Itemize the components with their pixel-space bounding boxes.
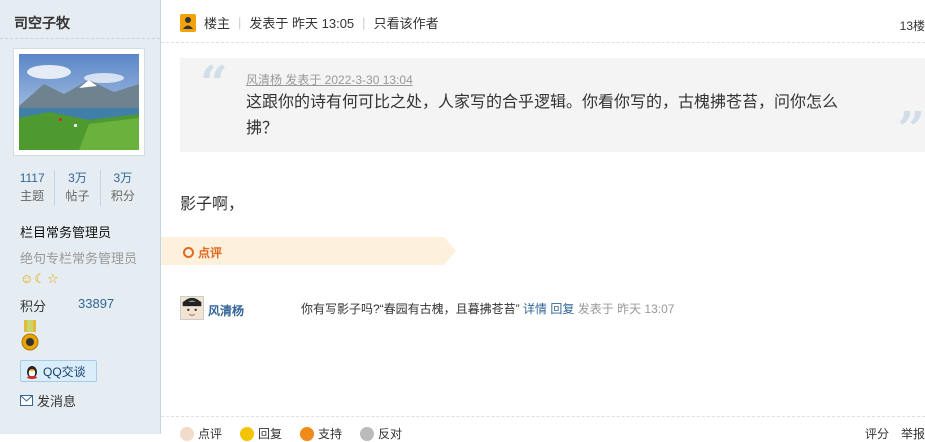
- comment-section-title: 点评: [183, 244, 222, 261]
- open-quote-icon: “: [200, 56, 228, 112]
- points-label: 积分: [20, 299, 47, 314]
- stat-credits[interactable]: 3万 积分: [99, 170, 145, 206]
- stat-threads[interactable]: 1117 主题: [10, 170, 54, 206]
- comment-text: 你有写影子吗?“春园有古槐，且暮拂苍苔”: [301, 302, 520, 316]
- author-group[interactable]: 绝句专栏常务管理员: [20, 248, 137, 267]
- post-body: 影子啊，: [180, 196, 245, 213]
- floor-number[interactable]: 13楼: [900, 17, 925, 34]
- stat-credits-label: 积分: [110, 189, 135, 203]
- author-rank: 栏目常务管理员: [20, 225, 112, 240]
- envelope-icon: [20, 395, 33, 406]
- divider: |: [238, 15, 242, 30]
- comment-reply-link[interactable]: 回复: [550, 302, 574, 316]
- points-value: 33897: [78, 296, 115, 311]
- level-icons: ☺ ☾ ☆: [20, 271, 59, 287]
- comment-row: 你有写影子吗?“春园有古槐，且暮拂苍苔” 详情 回复 发表于 昨天 13:07: [301, 300, 674, 317]
- stat-threads-value: 1117: [19, 171, 45, 185]
- author-username[interactable]: 司空子牧: [14, 13, 70, 33]
- comment-time: 发表于 昨天 13:07: [577, 302, 675, 316]
- send-message-label: 发消息: [37, 394, 77, 409]
- thread-owner-label: 楼主: [204, 16, 231, 31]
- qq-chat-label: QQ交谈: [43, 364, 86, 379]
- post-content: 楼主 | 发表于 昨天 13:05 | 只看该作者 13楼 “ ” 风清杨 发表…: [161, 0, 925, 441]
- comment-user-avatar[interactable]: [180, 296, 204, 320]
- divider: [161, 416, 925, 417]
- post-header: 楼主 | 发表于 昨天 13:05 | 只看该作者: [180, 13, 439, 32]
- qq-chat-button[interactable]: QQ交谈: [20, 360, 97, 382]
- stat-posts-label: 帖子: [65, 189, 90, 203]
- divider: [161, 42, 925, 43]
- quote-text: 这跟你的诗有何可比之处，人家写的合乎逻辑。你看你写的，古槐拂苍苔，问你怎么拂？: [246, 94, 839, 137]
- qq-penguin-icon: [27, 366, 37, 379]
- only-author-link[interactable]: 只看该作者: [374, 13, 439, 32]
- stat-posts[interactable]: 3万 帖子: [54, 170, 99, 206]
- post-time: 发表于 昨天 13:05: [249, 16, 355, 31]
- divider: |: [362, 15, 366, 30]
- author-sidebar: 司空子牧 1117 主题 3万 帖子 3万 积分 栏目常务管理员 绝句专栏常务管…: [0, 0, 161, 434]
- star-icon: ☆: [46, 271, 59, 286]
- quote-block: “ ” 风清杨 发表于 2022-3-30 13:04 这跟你的诗有何可比之处，…: [180, 56, 925, 158]
- author-avatar[interactable]: [13, 48, 145, 156]
- author-stats: 1117 主题 3万 帖子 3万 积分: [10, 170, 145, 206]
- quote-meta-link[interactable]: 风清杨 发表于 2022-3-30 13:04: [246, 71, 413, 88]
- stat-threads-label: 主题: [20, 189, 45, 203]
- thread-owner-icon: [180, 13, 196, 32]
- landscape-avatar-image: [19, 54, 139, 150]
- stat-posts-value: 3万: [68, 171, 87, 185]
- ring-icon: [183, 247, 194, 258]
- moon-icon: ☾: [34, 271, 46, 286]
- comment-section-label: 点评: [198, 246, 223, 260]
- divider: [0, 38, 160, 39]
- stat-credits-value: 3万: [113, 171, 133, 185]
- comment-username[interactable]: 风清杨: [208, 302, 244, 319]
- close-quote-icon: ”: [897, 102, 925, 158]
- sun-icon: ☺: [20, 271, 34, 286]
- comment-detail-link[interactable]: 详情: [523, 302, 547, 316]
- send-message-link[interactable]: 发消息: [20, 391, 76, 410]
- medal-icon[interactable]: [21, 320, 39, 354]
